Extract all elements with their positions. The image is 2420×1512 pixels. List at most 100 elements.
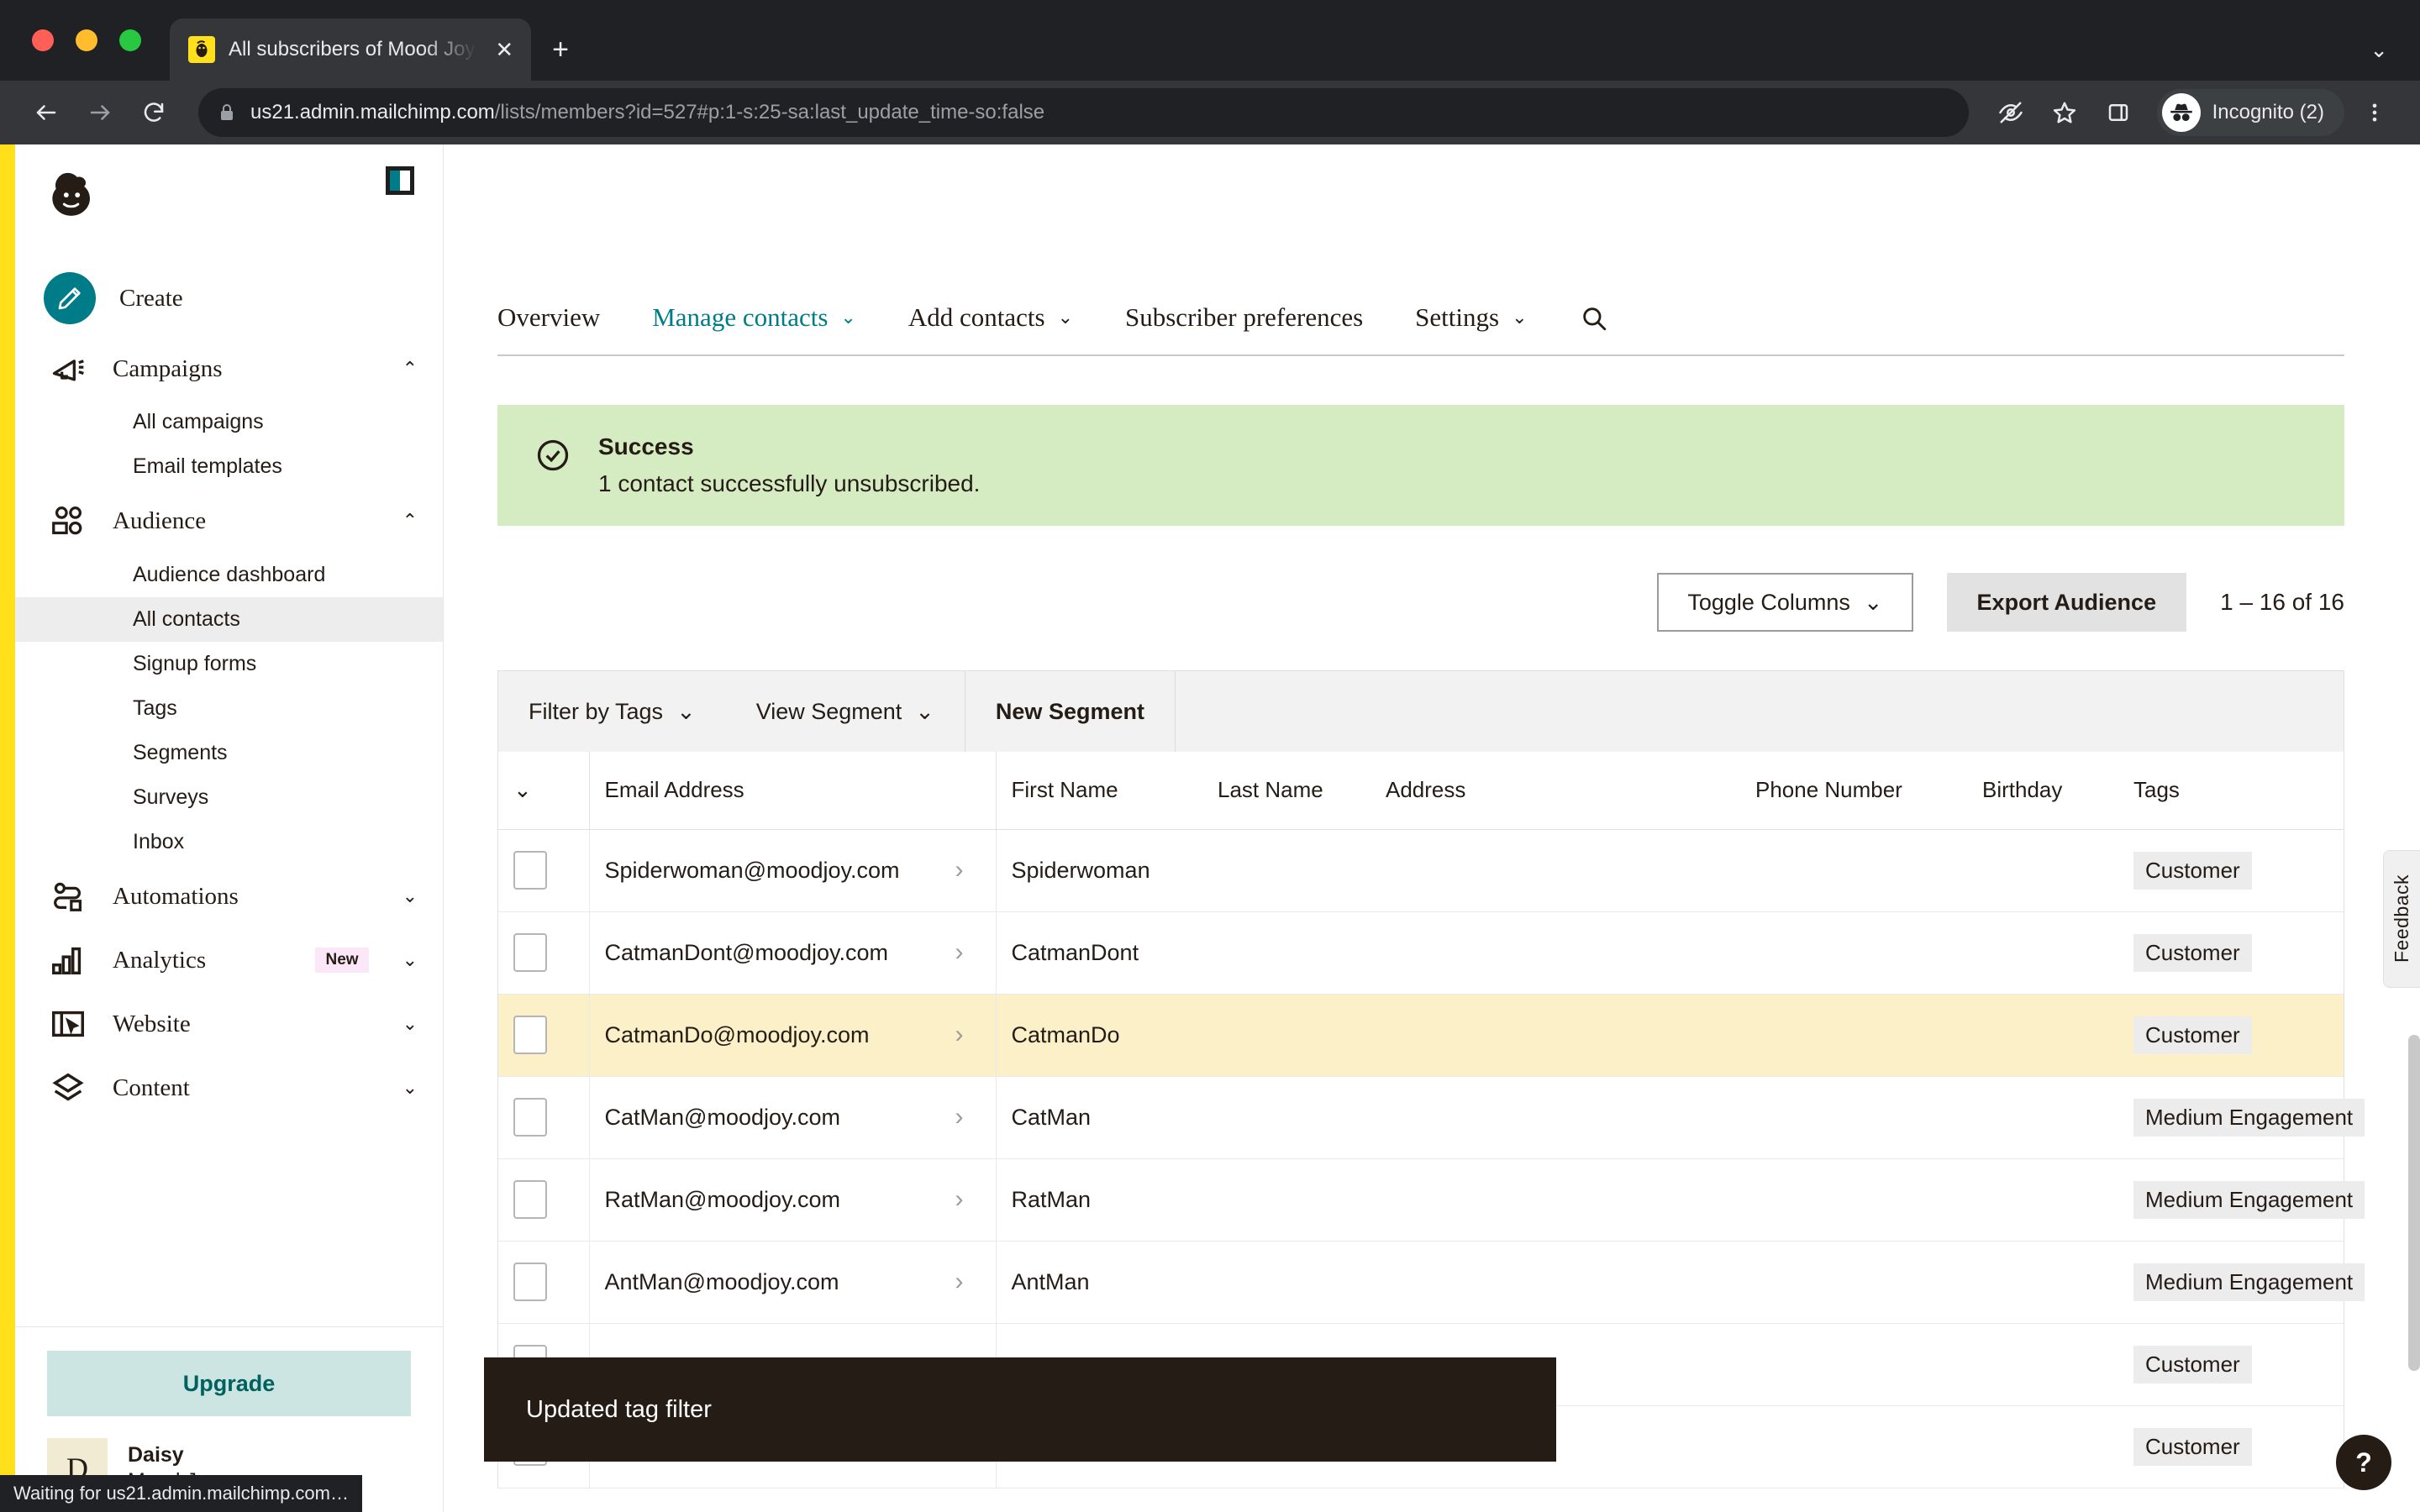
sidebar-item-signup-forms[interactable]: Signup forms — [15, 642, 443, 686]
chevron-right-icon[interactable]: › — [955, 856, 964, 885]
tracking-protection-eye-off-icon[interactable] — [1987, 89, 2034, 136]
table-row[interactable]: CatmanDo@moodjoy.com › CatmanDo Customer — [498, 994, 2344, 1077]
browser-tab[interactable]: All subscribers of Mood Joy | M ✕ — [170, 18, 531, 81]
column-address[interactable]: Address — [1370, 752, 1740, 830]
sidebar-group-audience[interactable]: Audience ⌃ — [15, 489, 443, 553]
close-tab-button[interactable]: ✕ — [490, 37, 519, 63]
tab-settings[interactable]: Settings ⌄ — [1415, 302, 1527, 354]
search-icon[interactable] — [1580, 304, 1608, 354]
view-segment-dropdown[interactable]: View Segment ⌄ — [726, 671, 965, 752]
chevron-right-icon[interactable]: › — [955, 938, 964, 967]
tag-chip[interactable]: Customer — [2133, 851, 2252, 890]
column-first-name[interactable]: First Name — [996, 752, 1202, 830]
main-content: Overview Manage contacts ⌄ Add contacts … — [444, 144, 2420, 1512]
profile-label: Incognito (2) — [2212, 101, 2324, 123]
address-bar[interactable]: us21.admin.mailchimp.com/lists/members?i… — [198, 88, 1969, 137]
chevron-down-icon: ⌄ — [402, 1013, 418, 1034]
sidebar-item-tags[interactable]: Tags — [15, 686, 443, 731]
tag-chip[interactable]: Customer — [2133, 1345, 2252, 1383]
row-checkbox[interactable] — [513, 1098, 547, 1137]
toggle-columns-button[interactable]: Toggle Columns ⌄ — [1657, 573, 1913, 632]
pagination-count: 1 – 16 of 16 — [2220, 589, 2344, 615]
new-tab-button[interactable]: + — [531, 18, 590, 81]
back-button[interactable] — [22, 88, 71, 137]
chevron-down-icon: ⌄ — [840, 307, 856, 328]
table-row[interactable]: CatmanDont@moodjoy.com › CatmanDont Custo… — [498, 911, 2344, 995]
sidebar-group-campaigns[interactable]: Campaigns ⌃ — [15, 338, 443, 400]
sidebar-create-button[interactable]: Create — [15, 259, 443, 338]
browser-menu-icon[interactable] — [2351, 89, 2398, 136]
sidebar-nav: Create Campaigns ⌃ All campaigns Email t… — [15, 245, 443, 1415]
tag-chip[interactable]: Customer — [2133, 933, 2252, 972]
sidebar-group-website[interactable]: Website ⌄ — [15, 992, 443, 1056]
tab-overview[interactable]: Overview — [497, 302, 600, 354]
row-checkbox[interactable] — [513, 1180, 547, 1219]
help-button[interactable]: ? — [2336, 1435, 2391, 1490]
tag-chip[interactable]: Medium Engagement — [2133, 1180, 2365, 1219]
table-row[interactable]: CatMan@moodjoy.com › CatMan Medium Engage… — [498, 1076, 2365, 1159]
chevron-right-icon[interactable]: › — [955, 1103, 964, 1131]
export-audience-button[interactable]: Export Audience — [1946, 573, 2187, 632]
tag-chip[interactable]: Customer — [2133, 1427, 2252, 1466]
row-checkbox[interactable] — [513, 933, 547, 972]
mailchimp-logo-icon[interactable] — [44, 166, 109, 232]
feedback-tab[interactable]: Feedback — [2383, 850, 2420, 988]
cell-tags: Medium Engagement — [2118, 1076, 2365, 1159]
sidebar-group-automations[interactable]: Automations ⌄ — [15, 864, 443, 928]
forward-button[interactable] — [76, 88, 124, 137]
row-checkbox[interactable] — [513, 851, 547, 890]
sidebar-item-audience-dashboard[interactable]: Audience dashboard — [15, 553, 443, 597]
column-phone-number[interactable]: Phone Number — [1740, 752, 1967, 830]
tab-subscriber-preferences[interactable]: Subscriber preferences — [1125, 302, 1363, 354]
content-icon — [44, 1068, 92, 1107]
column-last-name[interactable]: Last Name — [1202, 752, 1370, 830]
cell-email: AntMan@moodjoy.com › — [589, 1241, 997, 1324]
sidebar-collapse-toggle-icon[interactable] — [386, 166, 414, 195]
maximize-window-button[interactable] — [119, 29, 141, 51]
new-segment-button[interactable]: New Segment — [964, 671, 1176, 752]
tab-add-contacts[interactable]: Add contacts ⌄ — [908, 302, 1073, 354]
cell-birthday — [1967, 1241, 2118, 1324]
row-checkbox[interactable] — [513, 1016, 547, 1054]
sidebar-item-inbox[interactable]: Inbox — [15, 820, 443, 864]
tab-manage-contacts[interactable]: Manage contacts ⌄ — [652, 302, 856, 354]
tag-chip[interactable]: Customer — [2133, 1016, 2252, 1054]
tab-list-chevron-down-icon[interactable]: ⌄ — [2338, 18, 2420, 81]
sidebar-group-analytics[interactable]: Analytics New ⌄ — [15, 928, 443, 992]
sidebar-item-surveys[interactable]: Surveys — [15, 775, 443, 820]
column-birthday[interactable]: Birthday — [1967, 752, 2118, 830]
sidebar-group-label: Audience — [113, 507, 207, 534]
chevron-right-icon[interactable]: › — [955, 1185, 964, 1214]
close-window-button[interactable] — [32, 29, 54, 51]
sidebar-group-content[interactable]: Content ⌄ — [15, 1056, 443, 1120]
cell-email: Spiderwoman@moodjoy.com › — [589, 829, 997, 912]
side-panel-icon[interactable] — [2095, 89, 2142, 136]
filter-by-tags-dropdown[interactable]: Filter by Tags ⌄ — [498, 671, 726, 752]
sidebar-item-email-templates[interactable]: Email templates — [15, 444, 443, 489]
chevron-right-icon[interactable]: › — [955, 1021, 964, 1049]
tag-chip[interactable]: Medium Engagement — [2133, 1098, 2365, 1137]
table-row[interactable]: AntMan@moodjoy.com › AntMan Medium Engage… — [498, 1241, 2365, 1324]
upgrade-button[interactable]: Upgrade — [47, 1351, 411, 1416]
profile-incognito-button[interactable]: Incognito (2) — [2156, 89, 2344, 136]
row-select-cell — [498, 911, 590, 995]
column-email-address[interactable]: Email Address — [589, 752, 997, 830]
cell-tags: Customer — [2118, 829, 2344, 912]
sidebar-item-all-campaigns[interactable]: All campaigns — [15, 400, 443, 444]
column-tags[interactable]: Tags — [2118, 752, 2344, 830]
select-all-dropdown[interactable]: ⌄ — [498, 752, 590, 830]
table-vertical-scrollbar[interactable] — [2408, 1035, 2420, 1371]
chevron-right-icon[interactable]: › — [955, 1268, 964, 1296]
feedback-tab-label: Feedback — [2391, 874, 2412, 963]
sidebar-item-all-contacts[interactable]: All contacts — [15, 597, 443, 642]
chevron-down-icon: ⌄ — [1057, 307, 1073, 328]
reload-button[interactable] — [129, 88, 178, 137]
sidebar-item-segments[interactable]: Segments — [15, 731, 443, 775]
contacts-table-head: ⌄ Email Address First Name Last Name Add… — [498, 752, 2344, 830]
row-checkbox[interactable] — [513, 1263, 547, 1301]
table-row[interactable]: Spiderwoman@moodjoy.com › Spiderwoman Cus… — [498, 829, 2344, 912]
minimize-window-button[interactable] — [76, 29, 97, 51]
bookmark-star-icon[interactable] — [2041, 89, 2088, 136]
table-row[interactable]: RatMan@moodjoy.com › RatMan Medium Engage… — [498, 1158, 2365, 1242]
tag-chip[interactable]: Medium Engagement — [2133, 1263, 2365, 1301]
